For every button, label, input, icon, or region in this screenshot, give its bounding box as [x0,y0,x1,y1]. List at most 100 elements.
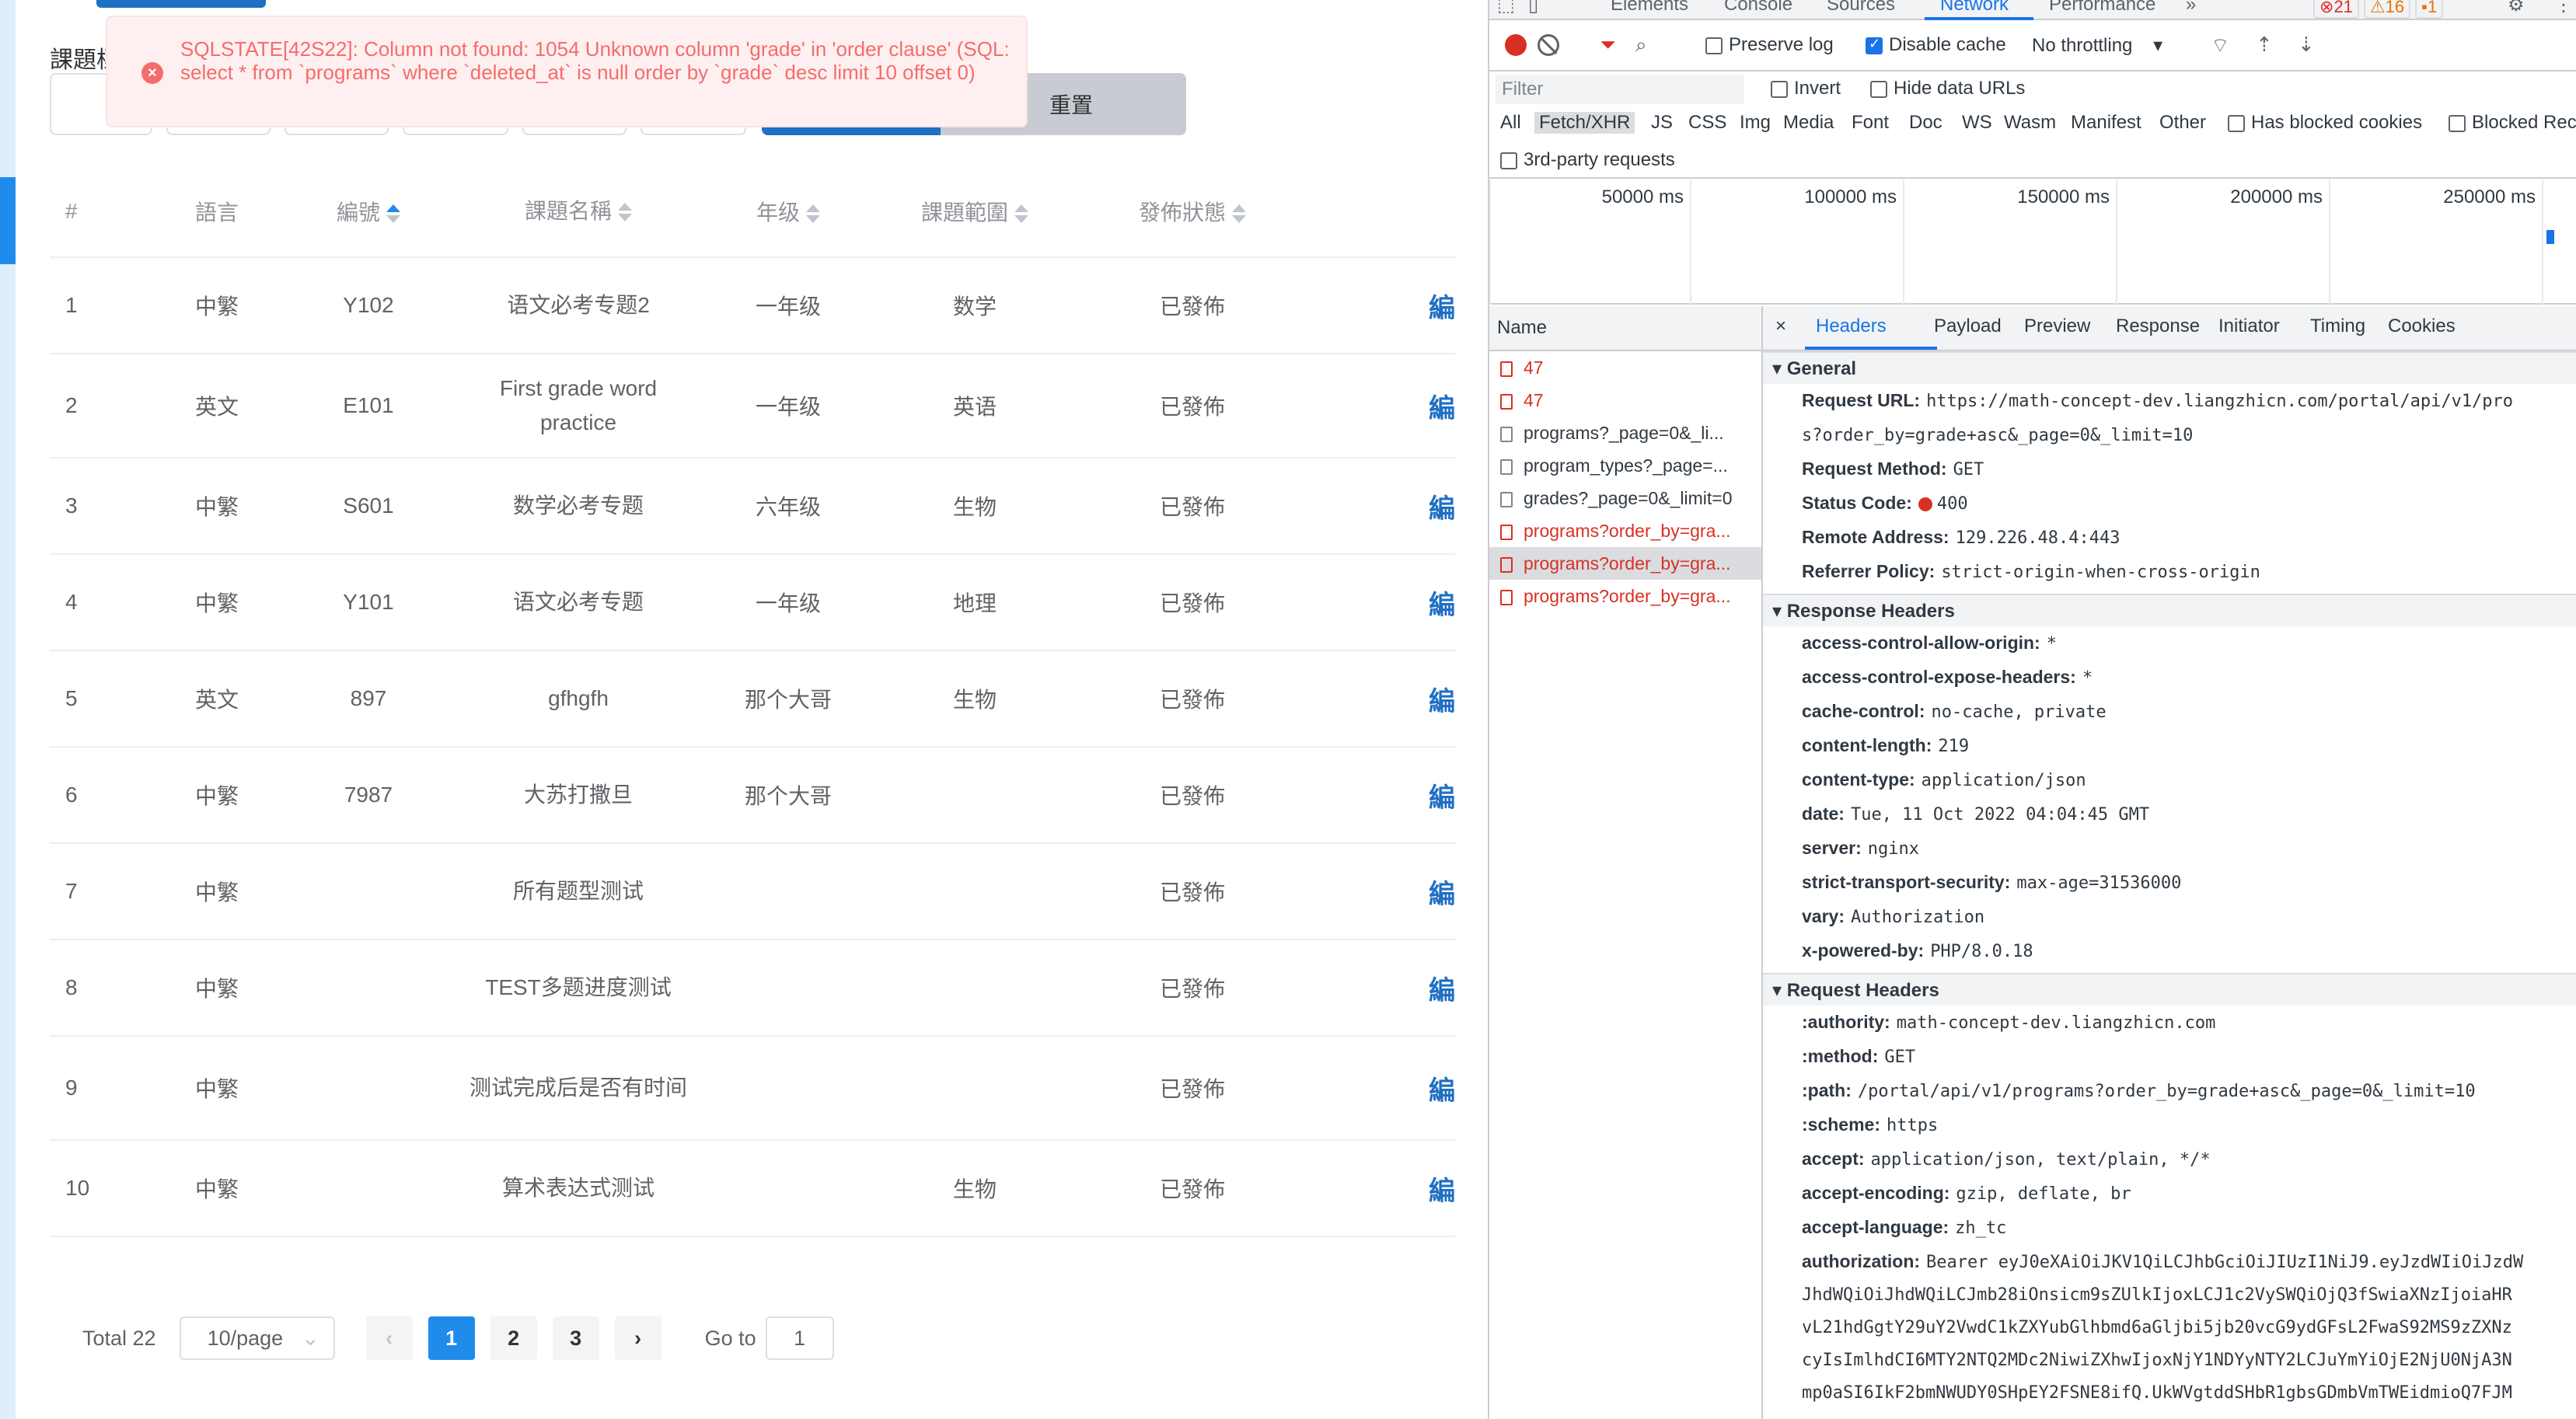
preserve-log-checkbox[interactable]: Preserve log [1705,34,1834,56]
export-har-icon[interactable]: ⇣ [2298,33,2315,57]
sort-icon[interactable] [1232,204,1246,225]
invert-checkbox[interactable]: Invert [1771,78,1841,99]
page-button-2[interactable]: 2 [490,1316,537,1360]
row-code: 897 [350,686,387,710]
general-section-header[interactable]: ▾ General [1763,351,2576,384]
sidebar-active-indicator[interactable] [0,177,16,264]
type-img[interactable]: Img [1740,112,1771,134]
tab-timing[interactable]: Timing [2310,316,2365,337]
settings-gear-icon[interactable]: ⚙ [2508,0,2525,16]
tab-performance[interactable]: Performance [2049,0,2155,16]
filter-funnel-icon[interactable]: ⏷ [1600,33,1616,58]
page-button-3[interactable]: 3 [552,1316,599,1360]
hide-data-urls-checkbox[interactable]: Hide data URLs [1870,78,2025,99]
header-status[interactable]: 發佈狀態 [1068,196,1317,227]
third-party-checkbox[interactable]: 3rd-party requests [1500,149,1675,171]
type-manifest[interactable]: Manifest [2071,112,2141,134]
type-doc[interactable]: Doc [1909,112,1942,134]
tab-headers[interactable]: Headers [1816,316,1887,337]
edit-link[interactable]: 編 [1317,680,1455,718]
request-row[interactable]: 47 [1489,384,1761,417]
issue-badges[interactable]: ⊗21 ⚠16 ▪1 [2313,0,2448,19]
tab-cookies[interactable]: Cookies [2388,316,2456,337]
type-ws[interactable]: WS [1962,112,1992,134]
next-page-button[interactable]: › [614,1316,661,1360]
sort-icon[interactable] [386,204,400,225]
request-row[interactable]: grades?_page=0&_limit=0 [1489,482,1761,514]
edit-link[interactable]: 編 [1317,584,1455,622]
clear-icon[interactable] [1538,34,1559,56]
type-media[interactable]: Media [1783,112,1834,134]
tab-more[interactable]: » [2186,0,2196,16]
tab-preview[interactable]: Preview [2024,316,2090,337]
blocked-requests-checkbox[interactable]: Blocked Rec [2449,112,2576,134]
request-row[interactable]: programs?order_by=gra... [1489,580,1761,612]
disable-cache-checkbox[interactable]: Disable cache [1866,34,2006,56]
type-all[interactable]: All [1500,112,1521,134]
type-font[interactable]: Font [1852,112,1889,134]
warning-badge[interactable]: ⚠16 [2363,0,2411,19]
edit-link[interactable]: 編 [1317,287,1455,325]
tab-sources[interactable]: Sources [1827,0,1895,16]
sort-icon[interactable] [806,204,820,225]
header-code-label: 編號 [336,200,380,225]
edit-link[interactable]: 編 [1317,873,1455,911]
prev-page-button[interactable]: ‹ [365,1316,413,1360]
request-row[interactable]: 47 [1489,351,1761,384]
name-column-header[interactable]: Name [1489,306,1761,351]
sort-icon[interactable] [618,202,632,223]
tab-response[interactable]: Response [2116,316,2200,337]
edit-link[interactable]: 編 [1317,1170,1455,1208]
top-action-button[interactable] [96,0,266,8]
timeline-overview[interactable]: 50000 ms 100000 ms 150000 ms 200000 ms 2… [1489,180,2576,305]
edit-link[interactable]: 編 [1317,969,1455,1007]
header-grade[interactable]: 年级 [695,196,881,227]
header-key: server: [1802,838,1862,858]
type-wasm[interactable]: Wasm [2004,112,2056,134]
header-scope[interactable]: 課題範圍 [881,196,1068,227]
header-row: accept-encoding: gzip, deflate, br [1763,1177,2576,1211]
edit-link[interactable]: 編 [1317,1069,1455,1107]
row-grade: 一年级 [755,395,821,419]
tab-network[interactable]: Network [1940,0,2009,16]
edit-link[interactable]: 編 [1317,387,1455,425]
header-name[interactable]: 課題名稱 [462,194,695,228]
tab-payload[interactable]: Payload [1934,316,2002,337]
tab-initiator[interactable]: Initiator [2218,316,2280,337]
close-detail-icon[interactable]: × [1775,316,1786,337]
request-row[interactable]: programs?_page=0&_li... [1489,417,1761,449]
device-toolbar-icon[interactable]: ▯ [1528,0,1538,16]
import-har-icon[interactable]: ⇡ [2256,33,2273,57]
has-blocked-cookies-checkbox[interactable]: Has blocked cookies [2228,112,2422,134]
tab-elements[interactable]: Elements [1611,0,1688,16]
more-options-icon[interactable]: ⋮ [2554,0,2573,16]
header-code[interactable]: 編號 [275,196,462,227]
info-badge[interactable]: ▪1 [2415,0,2444,19]
request-row[interactable]: programs?order_by=gra... [1489,514,1761,547]
inspect-icon[interactable]: ⬚ [1497,0,1515,16]
type-js[interactable]: JS [1651,112,1673,134]
request-headers-section-header[interactable]: ▾ Request Headers [1763,973,2576,1006]
search-icon[interactable]: ⌕ [1635,33,1647,58]
type-fetch-xhr[interactable]: Fetch/XHR [1534,112,1635,134]
goto-page-input[interactable]: 1 [765,1316,834,1360]
network-conditions-icon[interactable]: ⌔ [2211,33,2229,58]
header-key: content-type: [1802,769,1915,790]
request-row[interactable]: program_types?_page=... [1489,449,1761,482]
header-row: content-type: application/json [1763,763,2576,797]
type-css[interactable]: CSS [1688,112,1726,134]
edit-link[interactable]: 編 [1317,487,1455,525]
filter-input[interactable]: Filter [1496,75,1744,104]
type-other[interactable]: Other [2159,112,2206,134]
page-size-select[interactable]: 10/page ⌄ [179,1316,335,1360]
sort-icon[interactable] [1014,204,1028,225]
response-headers-section-header[interactable]: ▾ Response Headers [1763,594,2576,626]
request-row[interactable]: programs?order_by=gra... [1489,547,1761,580]
page-button-1[interactable]: 1 [428,1316,475,1360]
record-icon[interactable] [1505,34,1527,56]
throttling-select[interactable]: No throttling ▾ [2032,34,2162,57]
edit-link[interactable]: 編 [1317,776,1455,814]
tab-console[interactable]: Console [1724,0,1792,16]
error-badge[interactable]: ⊗21 [2313,0,2359,19]
row-status: 已發佈 [1159,1177,1225,1201]
